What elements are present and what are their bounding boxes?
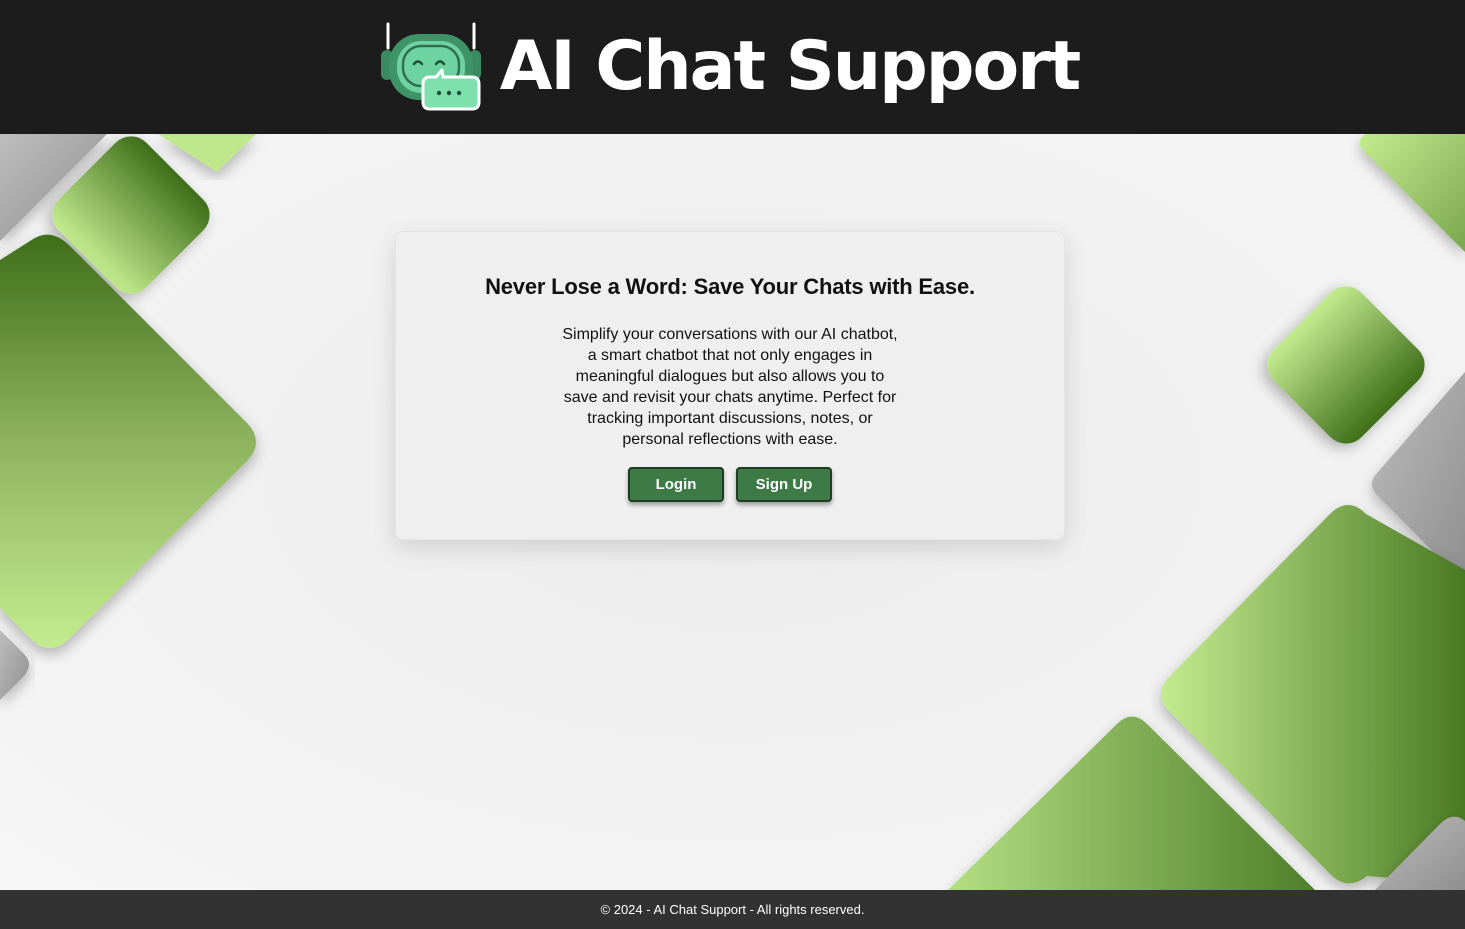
app-title: AI Chat Support — [499, 27, 1081, 106]
hero-card: Never Lose a Word: Save Your Chats with … — [395, 231, 1065, 540]
copyright-text: © 2024 - AI Chat Support - All rights re… — [600, 902, 865, 917]
signup-button[interactable]: Sign Up — [736, 467, 832, 502]
robot-chat-icon — [380, 22, 481, 111]
app-header: AI Chat Support — [0, 0, 1465, 134]
hero-title: Never Lose a Word: Save Your Chats with … — [485, 274, 975, 299]
auth-buttons: Login Sign Up — [396, 467, 1064, 502]
hero-description: Simplify your conversations with our AI … — [562, 326, 898, 448]
login-button[interactable]: Login — [628, 467, 724, 502]
page-footer: © 2024 - AI Chat Support - All rights re… — [0, 890, 1465, 929]
main-content: Never Lose a Word: Save Your Chats with … — [0, 134, 1465, 890]
header-brand: AI Chat Support — [380, 22, 1081, 112]
